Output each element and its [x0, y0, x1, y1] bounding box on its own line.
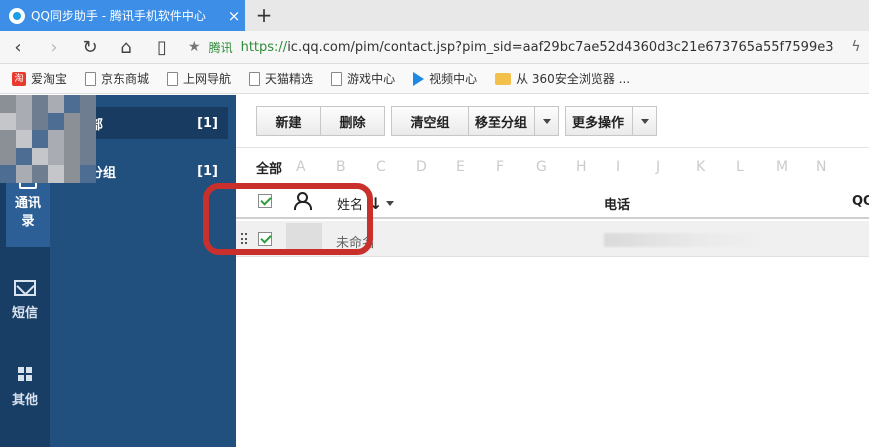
bookmark-label: 视频中心: [429, 72, 478, 86]
filter-letter-a[interactable]: A: [296, 159, 336, 175]
page-icon: [331, 71, 343, 86]
more-actions-button[interactable]: 更多操作: [565, 106, 657, 136]
chevron-down-icon[interactable]: [632, 107, 656, 135]
filter-letter-d[interactable]: D: [416, 159, 456, 175]
back-icon[interactable]: ‹: [0, 32, 36, 62]
new-tab-button[interactable]: +: [252, 2, 276, 28]
tab-close-icon[interactable]: ×: [223, 7, 245, 25]
bookmark-label: 上网导航: [183, 72, 232, 86]
bookmark-jd[interactable]: 京东商城: [85, 70, 149, 87]
contacts-toolbar: 新建 删除 清空组 移至分组 更多操作: [256, 106, 657, 136]
group-count: [1]: [197, 115, 218, 131]
folder-icon: [495, 72, 512, 85]
delete-button[interactable]: 删除: [321, 106, 385, 136]
rail-item-other[interactable]: 其他: [0, 367, 50, 408]
url-text: ic.qq.com/pim/contact.jsp?pim_sid=aaf29b…: [287, 39, 834, 55]
filter-letter-h[interactable]: H: [576, 159, 616, 175]
new-contact-button[interactable]: 新建: [256, 106, 321, 136]
bookmark-label: 天猫精选: [265, 72, 314, 86]
forward-icon[interactable]: ›: [36, 32, 72, 62]
filter-letter-k[interactable]: K: [696, 159, 736, 175]
contact-name[interactable]: 未命名: [336, 232, 375, 251]
rail-item-label: 通讯: [14, 196, 41, 211]
bookmark-folder-360[interactable]: 从 360安全浏览器 ...: [495, 70, 630, 87]
video-icon: [413, 71, 425, 86]
page-icon: [167, 71, 179, 86]
bookmark-taobao[interactable]: 淘 爱淘宝: [12, 70, 67, 87]
filter-letter-c[interactable]: C: [376, 159, 416, 175]
bookmark-label: 京东商城: [101, 72, 150, 86]
bookmark-games[interactable]: 游戏中心: [331, 70, 395, 87]
bookmark-label: 游戏中心: [347, 72, 396, 86]
clear-group-button[interactable]: 清空组: [391, 106, 469, 136]
browser-tab-bar: QQ同步助手 - 腾讯手机软件中心 × +: [0, 0, 869, 31]
tab-title: QQ同步助手 - 腾讯手机软件中心: [31, 9, 206, 23]
avatar: [286, 223, 322, 255]
more-actions-label: 更多操作: [572, 115, 625, 131]
bookmark-label: 爱淘宝: [31, 72, 68, 86]
page-icon: [85, 71, 97, 86]
filter-letter-f[interactable]: F: [496, 159, 536, 175]
site-identity-label[interactable]: 腾讯: [209, 39, 233, 56]
url-scheme: https://: [240, 39, 288, 55]
page-icon: [249, 71, 261, 86]
browser-navigation-bar: ‹ › ↻ ⌂ ▯ ★ 腾讯 https:// ic.qq.com/pim/co…: [0, 31, 869, 64]
filter-letter-e[interactable]: E: [456, 159, 496, 175]
speed-mode-icon[interactable]: ϟ: [843, 39, 869, 55]
contacts-table-header: 姓名 ↓ 电话 QQ: [236, 185, 869, 219]
rail-item-sms[interactable]: 短信: [0, 280, 50, 321]
person-icon: [294, 192, 312, 210]
drag-handle-icon[interactable]: [241, 233, 247, 245]
rail-item-label: 其他: [11, 393, 38, 408]
row-checkbox[interactable]: [258, 232, 272, 246]
filter-letter-i[interactable]: I: [616, 159, 656, 175]
table-row[interactable]: 未命名: [236, 221, 869, 257]
filter-letter-l[interactable]: L: [736, 159, 776, 175]
envelope-icon: [14, 280, 36, 296]
chevron-down-icon[interactable]: [534, 107, 558, 135]
column-label: 姓名: [337, 198, 364, 213]
qq-sync-favicon-icon: [9, 7, 25, 24]
alphabet-filter-bar: 全部 A B C D E F G H I J K L M N: [256, 157, 856, 177]
home-icon[interactable]: ⌂: [108, 32, 144, 62]
filter-letter-m[interactable]: M: [776, 159, 816, 175]
column-header-phone: 电话: [604, 198, 631, 213]
reload-icon[interactable]: ↻: [72, 32, 108, 62]
bookmarks-bar: 淘 爱淘宝 京东商城 上网导航 天猫精选 游戏中心 视频中心 从 360安全浏览…: [0, 64, 869, 94]
sort-down-icon[interactable]: ↓: [369, 194, 382, 213]
bookmark-star-icon[interactable]: ★: [188, 39, 201, 55]
bookmark-tmall[interactable]: 天猫精选: [249, 70, 313, 87]
filter-letter-b[interactable]: B: [336, 159, 376, 175]
address-bar[interactable]: ★ 腾讯 https:// ic.qq.com/pim/contact.jsp?…: [180, 34, 843, 60]
divider: [236, 147, 869, 148]
blurred-user-avatar: [0, 95, 96, 183]
browser-tab-active[interactable]: QQ同步助手 - 腾讯手机软件中心 ×: [0, 0, 245, 31]
filter-letter-n[interactable]: N: [816, 159, 856, 175]
contact-phone-blurred: [604, 233, 766, 247]
reader-mode-icon[interactable]: ▯: [144, 32, 180, 62]
bookmark-nav[interactable]: 上网导航: [167, 70, 231, 87]
filter-letter-j[interactable]: J: [656, 159, 696, 175]
chevron-down-icon[interactable]: [386, 201, 395, 206]
grid-apps-icon: [18, 367, 32, 381]
filter-all[interactable]: 全部: [256, 158, 282, 177]
taobao-icon: 淘: [12, 71, 26, 86]
group-count: [1]: [197, 163, 218, 179]
bookmark-video[interactable]: 视频中心: [413, 70, 477, 87]
filter-letter-g[interactable]: G: [536, 159, 576, 175]
bookmark-label: 从 360安全浏览器 ...: [516, 72, 631, 86]
column-header-qq: QQ: [852, 194, 869, 209]
column-header-name[interactable]: 姓名 ↓: [337, 194, 395, 213]
contacts-main-area: 新建 删除 清空组 移至分组 更多操作 全部 A B C D E F G H I…: [236, 95, 869, 447]
rail-item-label: 短信: [11, 306, 38, 321]
move-to-group-label: 移至分组: [475, 115, 528, 131]
move-to-group-button[interactable]: 移至分组: [469, 106, 559, 136]
select-all-checkbox[interactable]: [258, 194, 272, 208]
rail-item-label: 录: [21, 214, 35, 229]
